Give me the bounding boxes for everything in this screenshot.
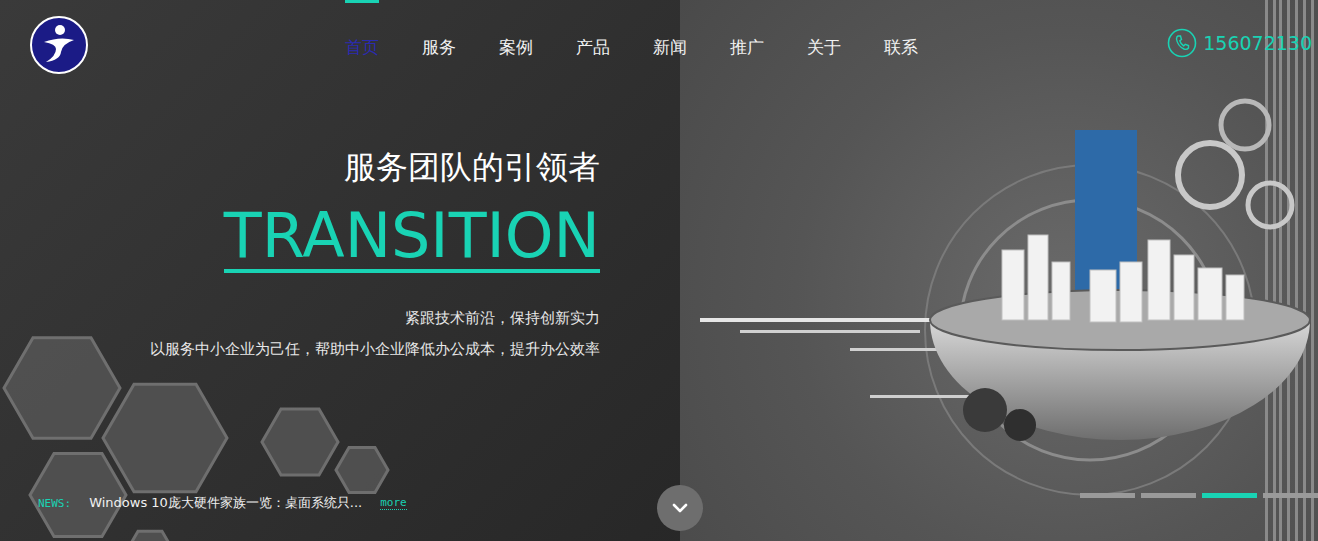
hexagon-shape (30, 453, 126, 536)
more-link[interactable]: more (380, 496, 407, 510)
nav-item[interactable]: 案例 (499, 0, 533, 95)
hexagon-shape (336, 448, 388, 493)
stripes-decoration (1265, 0, 1314, 541)
news-label: NEWS: (38, 497, 71, 510)
slide-indicators (703, 493, 1318, 514)
nav-item[interactable]: 关于 (807, 0, 841, 95)
phone-icon (1167, 28, 1197, 58)
news-headline[interactable]: Windows 10庞大硬件家族一览：桌面系统只... (89, 494, 362, 512)
nav-item[interactable]: 服务 (422, 0, 456, 95)
banner-picture (680, 0, 1318, 541)
nav-item[interactable]: 联系 (884, 0, 918, 95)
hexagon-shape (103, 384, 227, 491)
top-bar: 首页服务案例产品新闻推广关于联系 156072130 (0, 0, 1318, 95)
hero-line: 紧跟技术前沿，保持创新实力 (405, 303, 600, 334)
nav-item[interactable]: 新闻 (653, 0, 687, 95)
hexagon-shape (4, 338, 120, 438)
nav-item[interactable]: 推广 (730, 0, 764, 95)
scroll-down-button[interactable] (657, 485, 703, 531)
phone-contact[interactable]: 156072130 (1167, 0, 1318, 95)
slide-indicator[interactable] (1080, 493, 1135, 498)
hero-subtitle: 服务团队的引领者 (344, 145, 600, 189)
news-ticker: NEWS: Windows 10庞大硬件家族一览：桌面系统只... more (0, 494, 657, 512)
nav-item[interactable]: 产品 (576, 0, 610, 95)
hero-text: 服务团队的引领者 TRANSITION 紧跟技术前沿，保持创新实力以服务中小企业为己… (0, 145, 600, 365)
slide-indicator[interactable] (1202, 493, 1257, 498)
phone-number: 156072130 (1203, 28, 1312, 58)
hexagon-shape (262, 409, 338, 475)
logo-icon[interactable] (30, 0, 88, 95)
hexagon-decoration (0, 150, 420, 450)
hero-title: TRANSITION (224, 203, 600, 273)
chevron-down-icon (657, 485, 703, 531)
slide-indicator[interactable] (1263, 493, 1318, 498)
hero-page: 首页服务案例产品新闻推广关于联系 156072130 服务团队的引领者 TRANSIT… (0, 0, 1318, 541)
hexagon-shape (126, 531, 174, 541)
nav-item[interactable]: 首页 (345, 0, 379, 95)
main-nav: 首页服务案例产品新闻推广关于联系 (345, 0, 918, 95)
slide-indicator[interactable] (1141, 493, 1196, 498)
bottom-bar: NEWS: Windows 10庞大硬件家族一览：桌面系统只... more (0, 475, 1318, 541)
platform-illustration (680, 0, 1318, 541)
hero-line: 以服务中小企业为己任，帮助中小企业降低办公成本，提升办公效率 (150, 334, 600, 365)
